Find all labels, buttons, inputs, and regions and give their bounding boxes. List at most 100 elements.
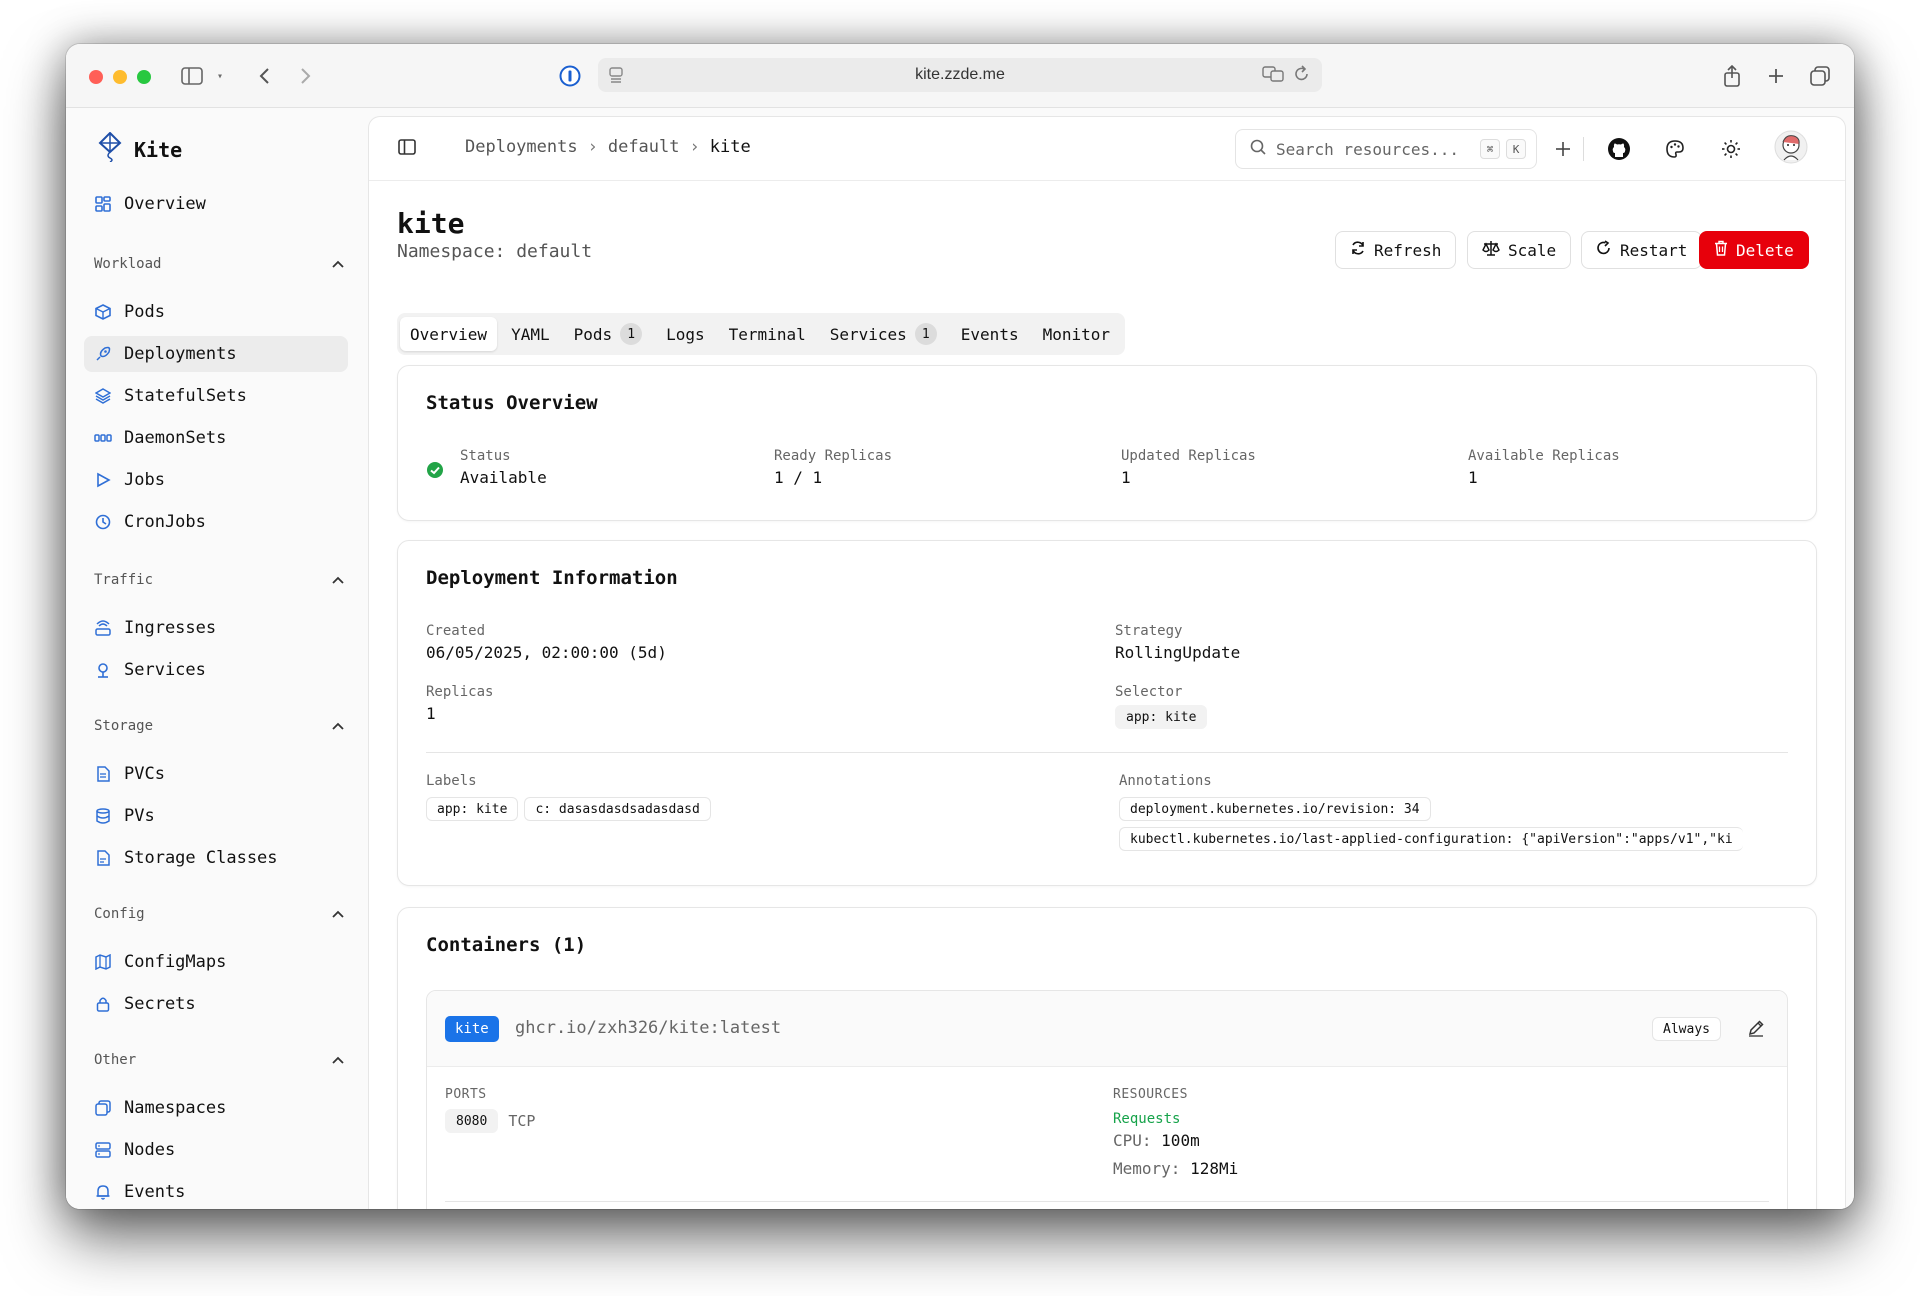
avatar[interactable] <box>1773 129 1809 165</box>
breadcrumb-deployments[interactable]: Deployments <box>465 137 578 157</box>
sidebar-item-deployments[interactable]: Deployments <box>84 336 348 372</box>
tab-terminal[interactable]: Terminal <box>719 317 816 351</box>
address-bar[interactable]: kite.zzde.me <box>598 58 1322 92</box>
brand[interactable]: Kite <box>98 131 182 167</box>
breadcrumb-current: kite <box>709 137 751 157</box>
copy-icon <box>94 1099 112 1117</box>
tab-overview[interactable]: Overview <box>400 317 498 351</box>
page-subtitle: Namespace: default <box>397 241 593 262</box>
sidebar-toggle-icon[interactable] <box>397 137 417 161</box>
bell-icon <box>94 1183 112 1201</box>
count-badge: 1 <box>914 323 937 345</box>
chevron-up-icon[interactable] <box>332 719 344 733</box>
sidebar-item-ingresses[interactable]: Ingresses <box>84 610 348 646</box>
section-other[interactable]: Other <box>94 1048 344 1072</box>
annotations-label: Annotations <box>1119 773 1212 789</box>
maximize-window-button[interactable] <box>137 70 151 84</box>
tab-label: Monitor <box>1042 324 1111 344</box>
page-title: kite <box>397 207 465 240</box>
kbd-k: K <box>1506 139 1526 159</box>
breadcrumb-namespace[interactable]: default <box>608 137 680 157</box>
sidebar-item-label: Deployments <box>124 344 237 364</box>
server-icon <box>94 1141 112 1159</box>
palette-icon[interactable] <box>1661 135 1689 163</box>
layers-icon <box>94 387 112 405</box>
chevron-right-icon: › <box>689 137 700 157</box>
chevron-up-icon[interactable] <box>332 907 344 921</box>
sidebar-item-pods[interactable]: Pods <box>84 294 348 330</box>
tab-events[interactable]: Events <box>951 317 1029 351</box>
refresh-button[interactable]: Refresh <box>1335 231 1457 269</box>
minimize-window-button[interactable] <box>113 70 127 84</box>
chevron-down-icon[interactable]: ▾ <box>206 62 234 90</box>
updated-replicas-label: Updated Replicas <box>1121 448 1256 464</box>
sidebar-item-namespaces[interactable]: Namespaces <box>84 1090 348 1126</box>
sidebar-toggle-icon[interactable] <box>178 62 206 90</box>
strategy-value: RollingUpdate <box>1115 643 1241 662</box>
tab-pods[interactable]: Pods 1 <box>564 317 653 351</box>
chevron-up-icon[interactable] <box>332 1053 344 1067</box>
section-config[interactable]: Config <box>94 902 344 926</box>
tab-yaml[interactable]: YAML <box>501 317 560 351</box>
translate-icon[interactable] <box>1262 65 1284 88</box>
sidebar-item-label: PVs <box>124 806 155 826</box>
sidebar-item-label: DaemonSets <box>124 428 227 448</box>
sidebar-item-storage-classes[interactable]: Storage Classes <box>84 840 348 876</box>
section-title: Workload <box>94 256 162 272</box>
tab-overview-icon[interactable] <box>1806 62 1834 90</box>
section-traffic[interactable]: Traffic <box>94 568 344 592</box>
sidebar-item-nodes[interactable]: Nodes <box>84 1132 348 1168</box>
sidebar-item-label: Secrets <box>124 994 196 1014</box>
sidebar-item-label: Jobs <box>124 470 165 490</box>
available-replicas-label: Available Replicas <box>1468 448 1620 464</box>
sun-icon[interactable] <box>1717 135 1745 163</box>
available-replicas-value: 1 <box>1468 468 1478 487</box>
sidebar-item-configmaps[interactable]: ConfigMaps <box>84 944 348 980</box>
sidebar-item-services[interactable]: Services <box>84 652 348 688</box>
chevron-up-icon[interactable] <box>332 573 344 587</box>
password-manager-icon[interactable] <box>556 62 584 90</box>
refresh-icon <box>1350 240 1366 260</box>
sidebar-item-secrets[interactable]: Secrets <box>84 986 348 1022</box>
close-window-button[interactable] <box>89 70 103 84</box>
container-item: kite ghcr.io/zxh326/kite:latest Always P… <box>426 990 1788 1209</box>
sidebar-item-label: Events <box>124 1182 186 1202</box>
page-icon <box>608 66 624 89</box>
count-badge: 1 <box>620 323 643 345</box>
section-storage[interactable]: Storage <box>94 714 344 738</box>
back-icon[interactable] <box>250 62 278 90</box>
plus-icon[interactable] <box>1549 135 1577 163</box>
pull-policy-badge: Always <box>1652 1017 1721 1041</box>
reload-icon[interactable] <box>1294 65 1310 88</box>
tab-services[interactable]: Services 1 <box>820 317 947 351</box>
kbd-cmd: ⌘ <box>1480 139 1500 159</box>
tab-monitor[interactable]: Monitor <box>1033 317 1120 351</box>
sidebar-item-jobs[interactable]: Jobs <box>84 462 348 498</box>
share-icon[interactable] <box>1718 62 1746 90</box>
sidebar-item-overview[interactable]: Overview <box>84 186 348 222</box>
section-workload[interactable]: Workload <box>94 252 344 276</box>
edit-icon[interactable] <box>1747 1019 1765 1041</box>
sidebar-item-cronjobs[interactable]: CronJobs <box>84 504 348 540</box>
scale-button[interactable]: Scale <box>1467 231 1572 269</box>
ready-replicas-label: Ready Replicas <box>774 448 893 464</box>
github-icon[interactable] <box>1605 135 1633 163</box>
sidebar-item-events[interactable]: Events <box>84 1174 348 1209</box>
chevron-up-icon[interactable] <box>332 257 344 271</box>
sidebar-item-pvs[interactable]: PVs <box>84 798 348 834</box>
sidebar-item-statefulsets[interactable]: StatefulSets <box>84 378 348 414</box>
restart-button[interactable]: Restart <box>1581 231 1703 269</box>
search-input[interactable]: Search resources... ⌘ K <box>1235 129 1537 169</box>
sidebar-item-daemonsets[interactable]: DaemonSets <box>84 420 348 456</box>
strategy-label: Strategy <box>1115 623 1183 639</box>
updated-replicas-value: 1 <box>1121 468 1131 487</box>
tab-logs[interactable]: Logs <box>656 317 715 351</box>
containers-card: Containers (1) kite ghcr.io/zxh326/kite:… <box>397 907 1817 1209</box>
sidebar-item-pvcs[interactable]: PVCs <box>84 756 348 792</box>
tab-label: YAML <box>511 324 550 344</box>
browser-window: ▾ kite.zzde.me Kite Overview Workload Po… <box>66 44 1854 1209</box>
new-tab-icon[interactable] <box>1762 62 1790 90</box>
delete-label: Delete <box>1736 240 1794 260</box>
delete-button[interactable]: Delete <box>1699 231 1809 269</box>
forward-icon[interactable] <box>292 62 320 90</box>
